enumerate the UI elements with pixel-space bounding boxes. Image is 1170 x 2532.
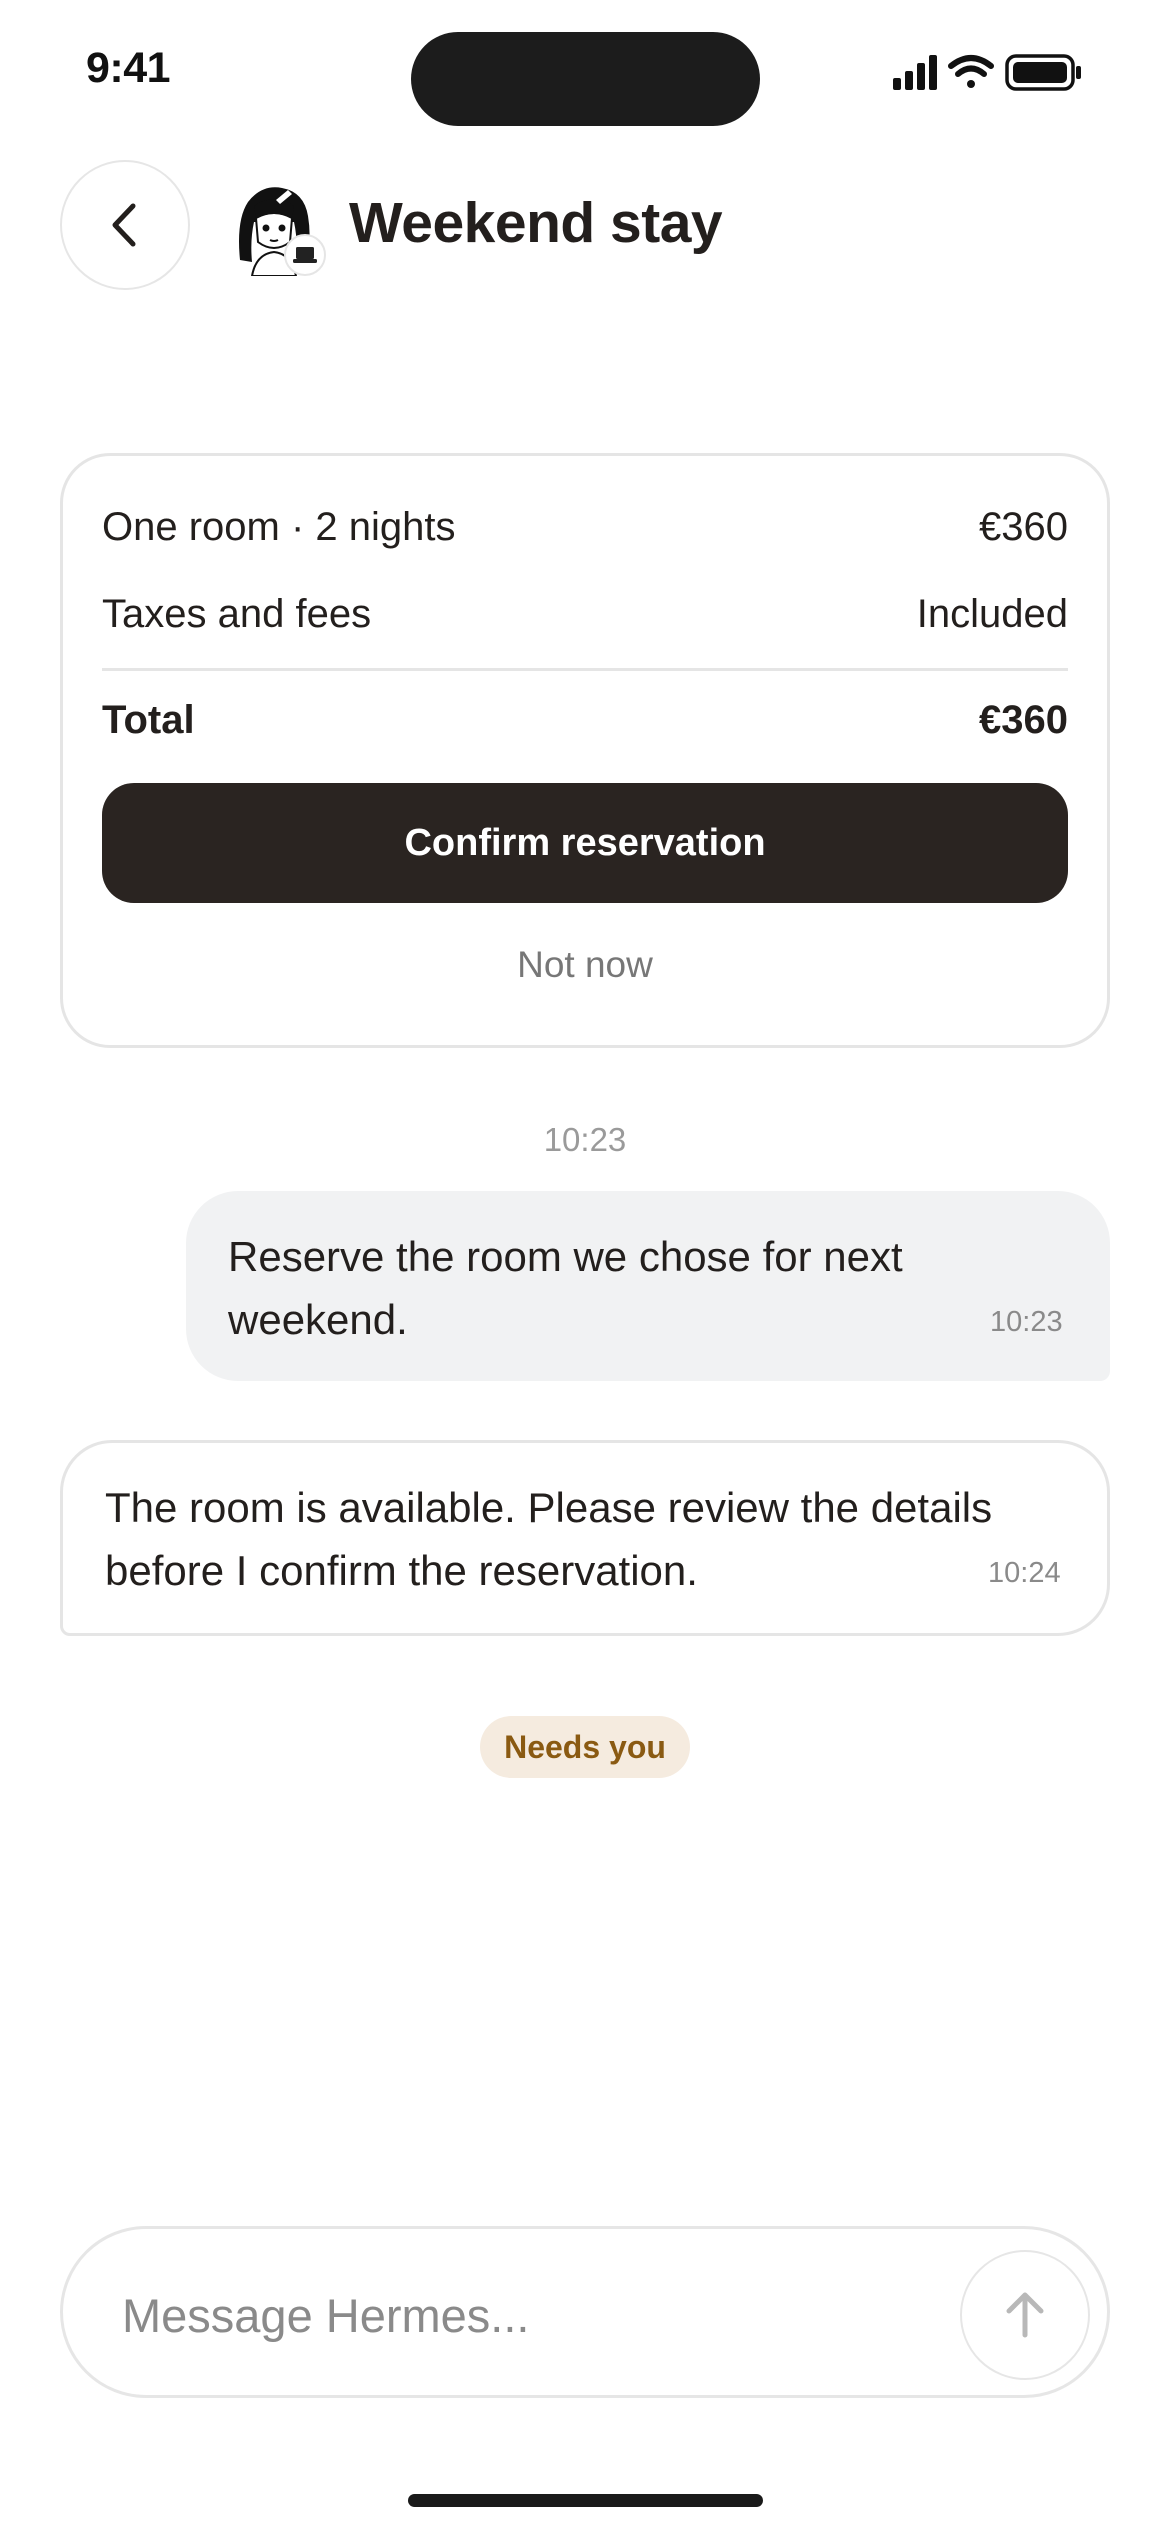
home-indicator [408,2494,763,2507]
back-button[interactable] [60,160,190,290]
chevron-left-icon [112,203,136,247]
taxes-label: Taxes and fees [102,592,372,636]
laptop-icon [293,247,317,263]
arrow-up-icon [1006,2292,1044,2338]
wifi-icon [948,55,994,88]
battery-icon [1005,54,1081,91]
assistant-message-line-1: The room is available. Please review the… [105,1484,993,1531]
room-nights-price: €360 [979,505,1068,549]
summary-divider [102,668,1068,671]
assistant-message-line-2: before I confirm the reservation. [105,1547,698,1594]
status-icons [893,52,1085,92]
status-time: 9:41 [86,44,171,92]
send-button[interactable] [960,2250,1090,2380]
dynamic-island [411,32,760,126]
total-label: Total [102,698,195,742]
total-value: €360 [979,698,1068,742]
assistant-message-time: 10:24 [988,1557,1061,1589]
page-title: Weekend stay [349,191,723,255]
room-nights-label: One room · 2 nights [102,505,456,549]
signal-icon [893,55,937,90]
user-message-line-2: weekend. [228,1296,408,1343]
user-message-line-1: Reserve the room we chose for next [228,1233,903,1280]
message-input[interactable] [122,2275,922,2355]
taxes-value: Included [916,592,1068,636]
confirm-reservation-button[interactable]: Confirm reservation [102,783,1068,903]
not-now-button[interactable]: Not now [102,944,1068,986]
laptop-badge [284,234,326,276]
user-message-time: 10:23 [990,1306,1063,1338]
chat-time-separator: 10:23 [543,1121,627,1158]
needs-you-status-badge: Needs you [480,1716,690,1778]
